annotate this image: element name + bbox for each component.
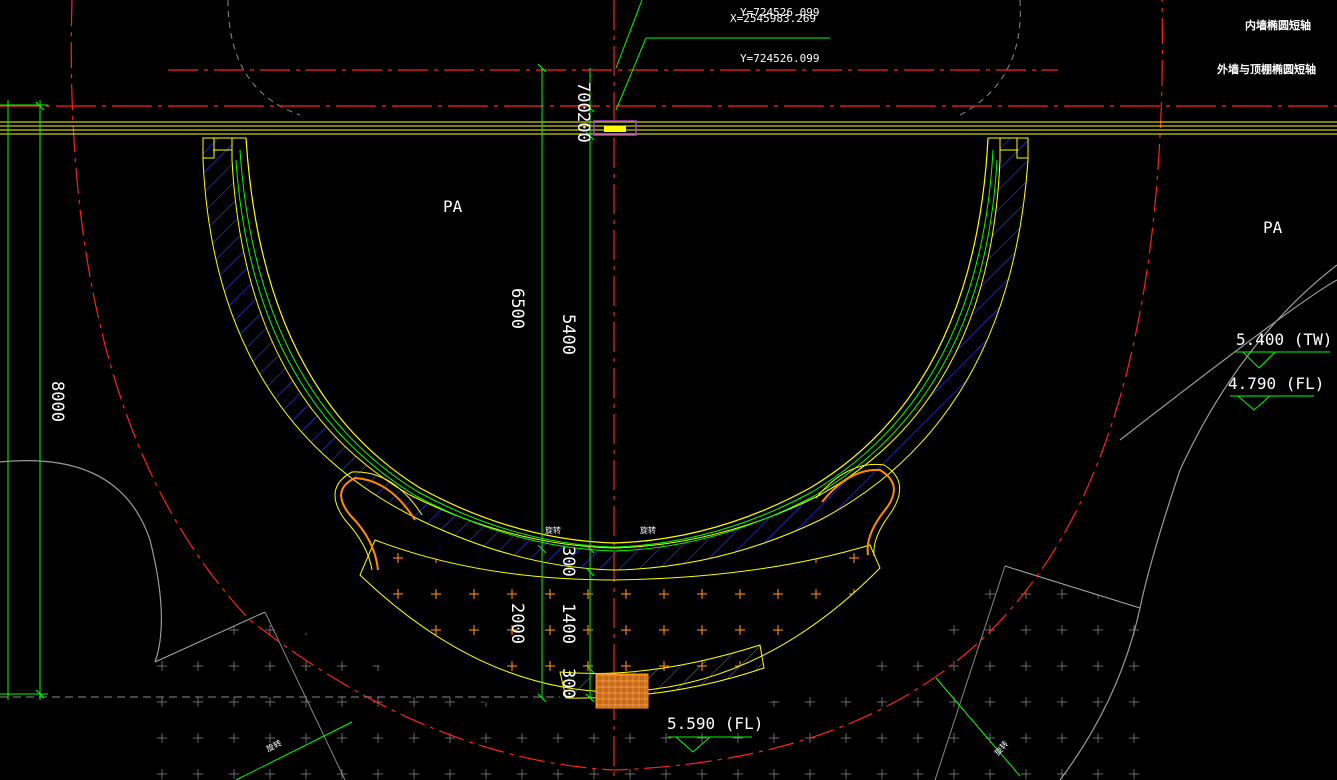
legend-inner-wall-axis: 内墙椭圆短轴 — [1245, 18, 1311, 32]
brick-pier — [595, 673, 649, 709]
dim-6500: 6500 — [507, 288, 527, 329]
level-label-tw: 5.400 (TW) — [1236, 330, 1332, 349]
curved-wall-hatch — [202, 137, 1029, 571]
dim-200: 200 — [573, 112, 593, 143]
level-label-fl-bottom: 5.590 (FL) — [667, 714, 763, 733]
level-label-fl-right: 4.790 (FL) — [1228, 374, 1324, 393]
dim-300-mid: 300 — [558, 546, 578, 577]
dim-5400: 5400 — [558, 314, 578, 355]
tag-rotate-b: 旋转 — [640, 525, 656, 535]
coordinate-x: X=2545983.269 — [730, 12, 816, 25]
legend-outer-wall-axis: 外墙与顶棚椭圆短轴 — [1216, 62, 1316, 76]
dashed-reference-circle — [227, 0, 1021, 116]
survey-point-marker[interactable] — [593, 120, 637, 136]
dim-700: 700 — [573, 82, 593, 113]
level-marker-fl-right — [1230, 395, 1314, 411]
zone-label-pa-left: PA — [443, 197, 463, 216]
inner-wall-lines — [202, 137, 1029, 552]
coordinate-y-second: Y=724526.099 — [740, 52, 819, 65]
zone-label-pa-right: PA — [1263, 218, 1283, 237]
tag-rotate-a: 旋转 — [545, 525, 561, 535]
dim-1400: 1400 — [558, 603, 578, 644]
dim-300-bottom: 300 — [558, 668, 578, 699]
top-wall — [0, 121, 1337, 135]
dim-2000: 2000 — [507, 603, 527, 644]
cad-drawing-canvas[interactable]: Y=724526.099 X=2545983.269 Y=724526.099 … — [0, 0, 1337, 780]
dim-8000: 8000 — [47, 381, 67, 422]
